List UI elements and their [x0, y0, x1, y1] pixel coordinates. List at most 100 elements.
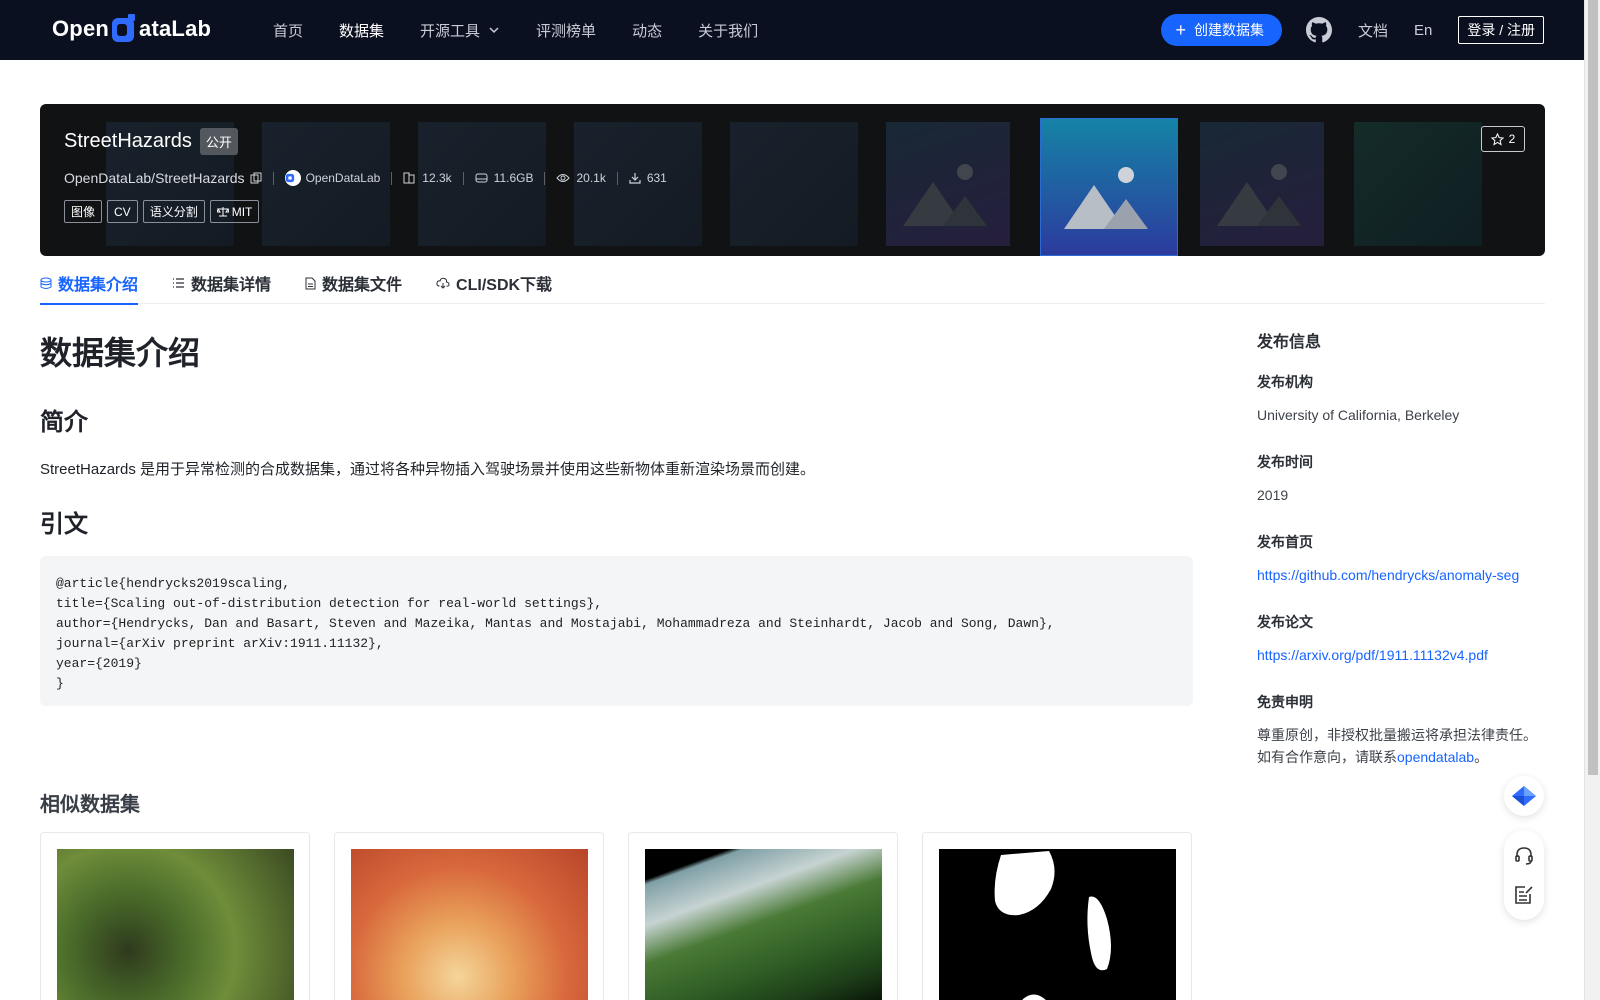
citation-code-block[interactable]: @article{hendrycks2019scaling, title={Sc… — [40, 556, 1193, 706]
star-button[interactable]: 2 — [1481, 126, 1525, 152]
file-count-value: 12.3k — [422, 171, 452, 185]
release-info-sidebar: 发布信息 发布机构 University of California, Berk… — [1257, 328, 1557, 794]
tag-license[interactable]: MIT — [209, 200, 260, 223]
image-placeholder-icon — [1064, 167, 1148, 229]
contact-opendatalab-link[interactable]: opendatalab — [1397, 749, 1474, 765]
banner-thumbnail — [1200, 122, 1324, 246]
nav-right-actions: + 创建数据集 文档 En 登录 / 注册 — [1161, 0, 1544, 60]
banner-thumbnail — [1354, 122, 1482, 246]
copy-icon[interactable] — [250, 172, 262, 184]
image-placeholder-icon — [903, 164, 987, 226]
visibility-badge: 公开 — [199, 128, 238, 155]
storage-size-stat: 11.6GB — [475, 171, 534, 185]
eye-icon — [556, 174, 571, 182]
docs-link[interactable]: 文档 — [1358, 20, 1388, 41]
repo-path-text: OpenDataLab/StreetHazards — [64, 170, 245, 186]
nav-item-open-source-tools[interactable]: 开源工具 — [420, 20, 500, 41]
github-icon[interactable] — [1305, 17, 1332, 43]
storage-size-value: 11.6GB — [493, 171, 534, 185]
views-stat: 20.1k — [556, 171, 606, 185]
banner-thumbnail-selected — [1040, 118, 1178, 256]
list-icon — [173, 278, 185, 288]
divider — [544, 171, 546, 185]
dataset-tags: 图像 CV 语义分割 MIT — [64, 200, 260, 223]
dataset-meta-row: OpenDataLab/StreetHazards OpenDataLab 12… — [64, 170, 667, 186]
dataset-title-row: StreetHazards 公开 — [64, 128, 238, 155]
release-paper-link[interactable]: https://arxiv.org/pdf/1911.11132v4.pdf — [1257, 644, 1557, 666]
tag-cv[interactable]: CV — [107, 200, 138, 223]
language-toggle[interactable]: En — [1414, 22, 1432, 39]
nav-item-home[interactable]: 首页 — [273, 20, 303, 41]
banner-thumbnail — [730, 122, 858, 246]
database-icon — [40, 277, 52, 289]
storage-icon — [475, 173, 488, 183]
dataset-thumbnail — [57, 849, 294, 1000]
logo-text-open: Open — [52, 16, 110, 41]
scale-icon — [216, 207, 229, 217]
release-time-label: 发布时间 — [1257, 454, 1313, 470]
banner-thumbnail — [886, 122, 1010, 246]
top-navigation-bar: Open ataLab 首页 数据集 开源工具 评测榜单 动态 关于我们 + 创… — [0, 0, 1584, 60]
create-dataset-button[interactable]: + 创建数据集 — [1161, 14, 1282, 46]
release-homepage-label: 发布首页 — [1257, 534, 1313, 550]
tab-dataset-details[interactable]: 数据集详情 — [172, 262, 271, 304]
intro-section-heading: 简介 — [40, 409, 88, 436]
tab-dataset-intro[interactable]: 数据集介绍 — [40, 262, 139, 305]
downloads-value: 631 — [646, 171, 667, 185]
nav-item-news[interactable]: 动态 — [632, 20, 662, 41]
tag-semantic-segmentation[interactable]: 语义分割 — [142, 200, 205, 223]
dataset-thumbnail — [939, 849, 1176, 1000]
similar-dataset-card[interactable] — [628, 832, 898, 1000]
nav-item-datasets[interactable]: 数据集 — [339, 20, 384, 41]
chevron-down-icon — [489, 27, 499, 34]
floating-mascot-button[interactable] — [1504, 776, 1544, 816]
dataset-banner: StreetHazards 公开 OpenDataLab/StreetHazar… — [40, 104, 1545, 256]
publisher-org[interactable]: OpenDataLab — [284, 170, 380, 186]
dataset-title: StreetHazards — [64, 130, 192, 152]
download-icon — [629, 173, 641, 184]
tab-dataset-files[interactable]: 数据集文件 — [305, 262, 402, 304]
file-count-stat: 12.3k — [403, 171, 452, 185]
star-count: 2 — [1508, 132, 1516, 146]
similar-dataset-card[interactable] — [334, 832, 604, 1000]
scrollbar-thumb[interactable] — [1588, 0, 1598, 775]
similar-datasets-list — [40, 832, 1192, 1000]
disclaimer-line-2-suffix: 。 — [1474, 749, 1489, 765]
tab-dataset-files-label: 数据集文件 — [322, 277, 403, 294]
feedback-button[interactable] — [1514, 885, 1534, 905]
tag-image[interactable]: 图像 — [64, 200, 103, 223]
page-scrollbar[interactable] — [1584, 0, 1600, 1000]
release-info-title: 发布信息 — [1257, 334, 1322, 351]
similar-dataset-card[interactable] — [922, 832, 1192, 1000]
divider — [616, 171, 618, 185]
customer-service-button[interactable] — [1513, 845, 1535, 867]
dataset-tabs: 数据集介绍 数据集详情 数据集文件 CLI/SDK下载 — [40, 262, 1545, 305]
headset-icon — [1515, 847, 1533, 865]
release-time-value: 2019 — [1257, 487, 1289, 503]
plus-icon: + — [1175, 20, 1186, 40]
release-paper-label: 发布论文 — [1257, 614, 1313, 630]
opendatalab-logo[interactable]: Open ataLab — [52, 14, 211, 44]
disclaimer-label: 免责申明 — [1257, 694, 1313, 710]
tab-cli-sdk-download[interactable]: CLI/SDK下载 — [436, 262, 552, 304]
release-homepage-link[interactable]: https://github.com/hendrycks/anomaly-seg — [1257, 564, 1557, 586]
dataset-repo-path: OpenDataLab/StreetHazards — [64, 170, 262, 186]
edit-note-icon — [1515, 886, 1533, 904]
login-register-button[interactable]: 登录 / 注册 — [1458, 16, 1544, 44]
similar-dataset-card[interactable] — [40, 832, 310, 1000]
disclaimer-text: 尊重原创，非授权批量搬运将承担法律责任。 如有合作意向，请联系opendatal… — [1257, 724, 1557, 768]
file-icon — [305, 277, 316, 289]
release-org-label: 发布机构 — [1257, 374, 1313, 390]
citation-section-heading: 引文 — [40, 511, 88, 538]
dataset-intro-content: 数据集介绍 — [40, 320, 1193, 374]
dataset-thumbnail — [645, 849, 882, 1000]
nav-item-leaderboard[interactable]: 评测榜单 — [536, 20, 596, 41]
cloud-download-icon — [436, 277, 450, 289]
tab-cli-sdk-download-label: CLI/SDK下载 — [456, 277, 553, 294]
nav-item-about[interactable]: 关于我们 — [698, 20, 758, 41]
image-placeholder-icon — [1217, 164, 1301, 226]
org-logo-icon — [284, 170, 301, 186]
mascot-icon — [1512, 786, 1536, 806]
downloads-stat: 631 — [629, 171, 667, 185]
segmentation-mask-shape — [994, 851, 1111, 1000]
